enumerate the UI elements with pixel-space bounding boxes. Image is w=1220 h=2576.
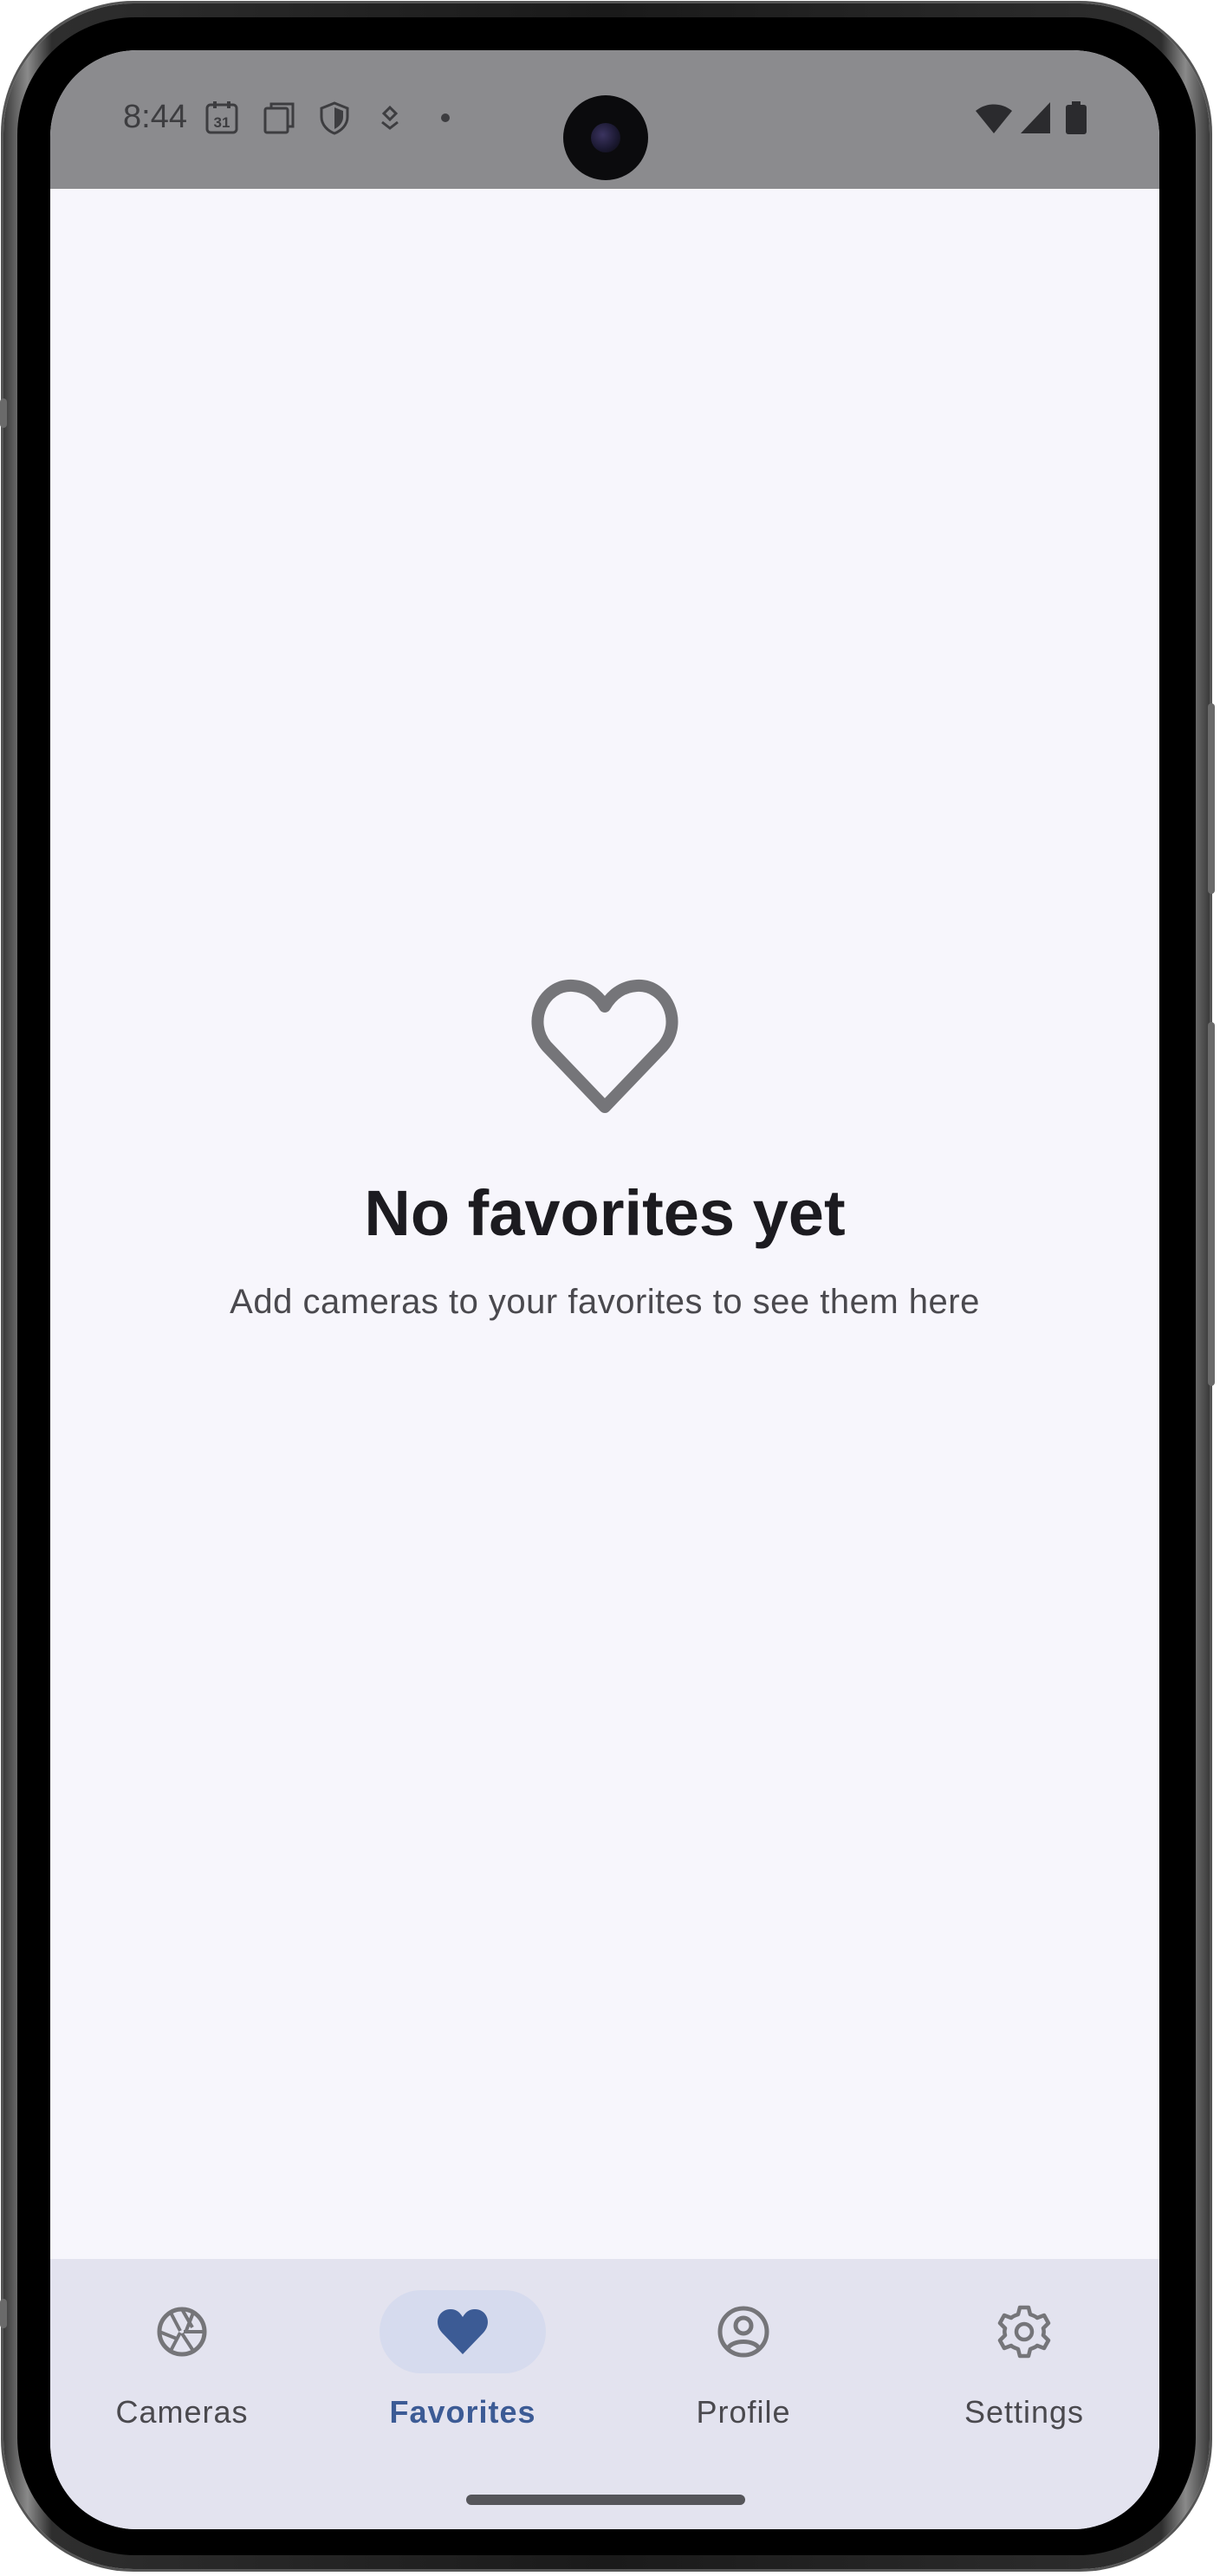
notification-dot-icon	[441, 113, 450, 122]
gear-icon	[997, 2305, 1051, 2359]
nav-label-settings: Settings	[964, 2394, 1085, 2430]
left-side-button	[0, 398, 7, 428]
bottom-navigation-bar: Cameras Favorites Profile Settings	[50, 2259, 1159, 2529]
phone-screen: 8:44 31 No favorites yet Add cameras to …	[50, 50, 1159, 2529]
camera-aperture-icon	[157, 2307, 207, 2357]
cell-signal-icon	[1021, 102, 1050, 133]
nav-item-favorites[interactable]: Favorites	[359, 2290, 567, 2446]
calendar-day-text: 31	[214, 114, 230, 131]
heart-outline-icon	[531, 980, 678, 1113]
power-button	[1208, 1022, 1215, 1386]
nav-label-profile: Profile	[696, 2394, 791, 2430]
wifi-icon	[976, 104, 1012, 133]
empty-state: No favorites yet Add cameras to your fav…	[50, 977, 1159, 1322]
nav-label-favorites: Favorites	[389, 2394, 536, 2430]
home-gesture-bar[interactable]	[466, 2495, 745, 2505]
nav-item-profile[interactable]: Profile	[639, 2290, 847, 2446]
location-pin-icon	[381, 105, 399, 130]
heart-filled-icon	[438, 2309, 488, 2354]
empty-state-title: No favorites yet	[364, 1177, 846, 1249]
volume-up-button	[1208, 703, 1215, 894]
left-side-button-2	[0, 2299, 7, 2328]
camera-lens	[591, 123, 620, 152]
battery-icon	[1066, 101, 1087, 134]
nav-item-settings[interactable]: Settings	[920, 2290, 1128, 2446]
empty-state-subtitle: Add cameras to your favorites to see the…	[230, 1283, 980, 1321]
shield-icon	[320, 101, 349, 135]
nav-item-cameras[interactable]: Cameras	[78, 2290, 286, 2446]
account-circle-icon	[717, 2306, 769, 2358]
status-time: 8:44	[123, 99, 187, 135]
calendar-icon: 31	[205, 101, 238, 134]
nav-label-cameras: Cameras	[115, 2394, 249, 2430]
front-camera-cutout	[563, 95, 648, 180]
screen-copy-icon	[263, 102, 295, 134]
